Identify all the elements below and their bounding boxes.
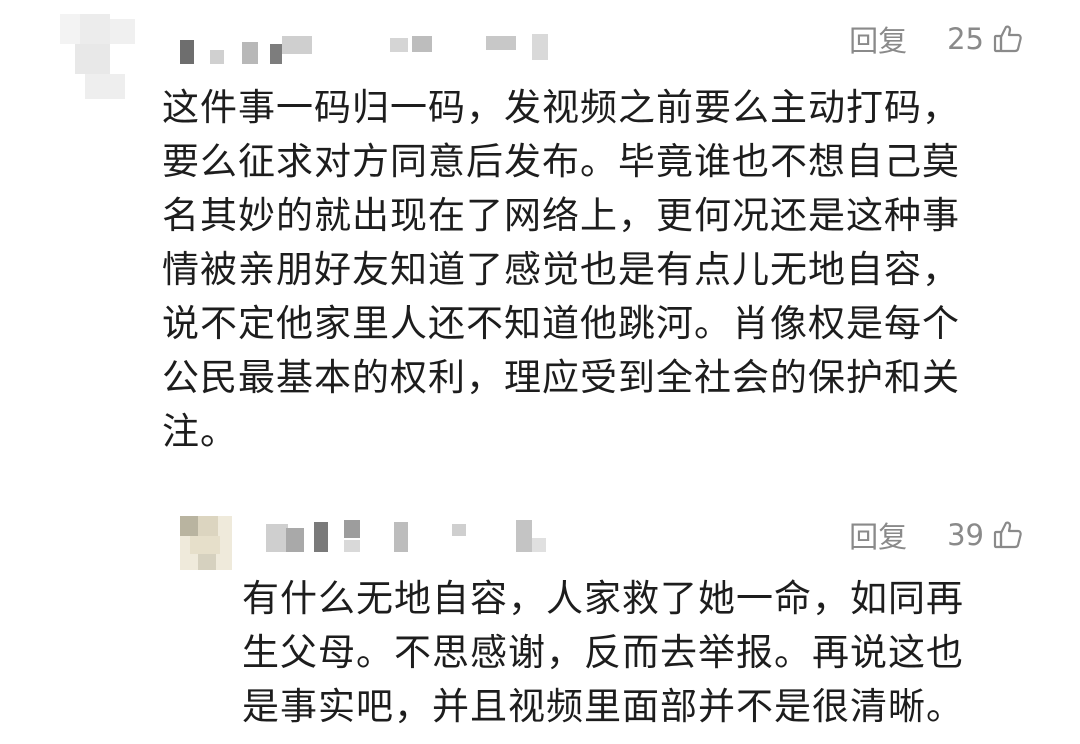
comment-line: 要么征求对方同意后发布。毕竟谁也不想自己莫 — [162, 140, 960, 183]
like-count: 39 — [947, 518, 984, 552]
comment-line: 情被亲朋好友知道了感觉也是有点儿无地自容， — [162, 248, 960, 291]
comment-line: 这件事一码归一码，发视频之前要么主动打码， — [162, 86, 960, 129]
comment-actions: 回复 25 — [849, 18, 1024, 60]
comment-line: 名其妙的就出现在了网络上，更何况还是这种事 — [162, 194, 960, 237]
thumbs-up-icon[interactable] — [992, 519, 1024, 551]
avatar[interactable] — [60, 14, 140, 104]
comment-line: 是事实吧，并且视频里面部并不是很清晰。 — [242, 685, 964, 728]
like-count: 25 — [947, 22, 984, 56]
username[interactable] — [266, 518, 586, 558]
comment-body: 有什么无地自容，人家救了她一命，如同再 生父母。不思感谢，反而去举报。再说这也 … — [242, 572, 964, 734]
comment-line: 生父母。不思感谢，反而去举报。再说这也 — [242, 631, 964, 674]
comment-line: 注。 — [162, 410, 238, 453]
comment-line: 公民最基本的权利，理应受到全社会的保护和关 — [162, 356, 960, 399]
comment-line: 说不定他家里人还不知道他跳河。肖像权是每个 — [162, 302, 960, 345]
comment-line: 有什么无地自容，人家救了她一命，如同再 — [242, 577, 964, 620]
comment-body: 这件事一码归一码，发视频之前要么主动打码， 要么征求对方同意后发布。毕竟谁也不想… — [162, 81, 960, 459]
thumbs-up-icon[interactable] — [992, 23, 1024, 55]
comment-actions: 回复 39 — [849, 514, 1024, 556]
reply-button[interactable]: 回复 — [849, 514, 907, 556]
reply-button[interactable]: 回复 — [849, 18, 907, 60]
username[interactable] — [180, 32, 600, 72]
avatar[interactable] — [180, 516, 232, 570]
